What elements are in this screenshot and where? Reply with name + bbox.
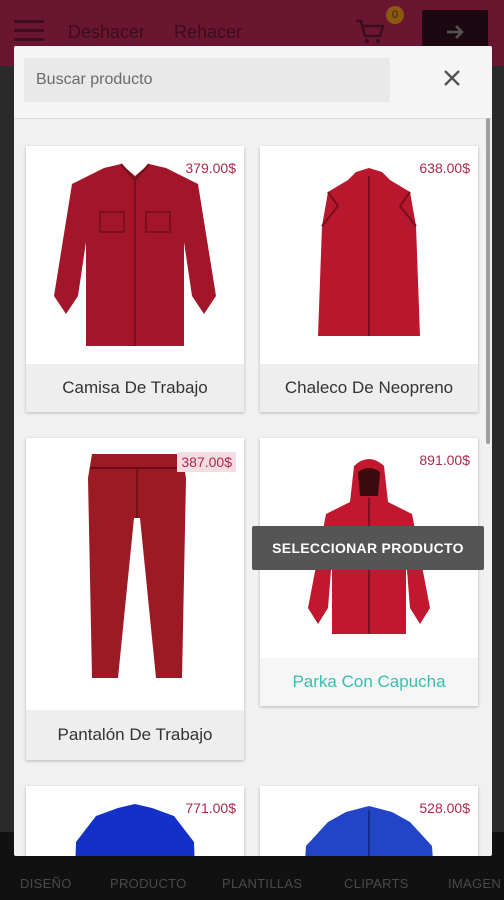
product-card[interactable]: 387.00$ Pantalón De Trabajo — [26, 438, 244, 760]
undo-button[interactable]: Deshacer — [68, 22, 145, 43]
divider — [14, 118, 492, 119]
product-name: Camisa De Trabajo — [26, 364, 244, 412]
redo-button[interactable]: Rehacer — [174, 22, 242, 43]
nav-diseno[interactable]: DISEÑO — [20, 876, 72, 891]
product-price: 638.00$ — [419, 160, 470, 176]
product-card[interactable]: 528.00$ — [260, 786, 478, 856]
product-image — [305, 806, 433, 856]
product-price: 771.00$ — [185, 800, 236, 816]
product-name: Pantalón De Trabajo — [26, 710, 244, 760]
product-image — [54, 163, 216, 346]
product-card[interactable]: 771.00$ — [26, 786, 244, 856]
cart-icon[interactable] — [354, 18, 386, 44]
menu-icon[interactable] — [14, 20, 44, 42]
scrollbar[interactable] — [486, 118, 490, 444]
nav-producto[interactable]: PRODUCTO — [110, 876, 187, 891]
close-icon[interactable] — [438, 64, 466, 92]
product-image — [88, 454, 186, 678]
product-card[interactable]: 891.00$ Parka Con Capucha — [260, 438, 478, 706]
select-product-tooltip: SELECCIONAR PRODUCTO — [252, 526, 484, 570]
arrow-right-icon — [447, 25, 464, 39]
product-name: Chaleco De Neopreno — [260, 364, 478, 412]
product-price: 379.00$ — [185, 160, 236, 176]
product-name: Parka Con Capucha — [260, 658, 478, 706]
product-picker-dialog: 379.00$ Camisa De Trabajo 638.00$ Chalec… — [14, 46, 492, 856]
nav-imagen[interactable]: IMAGEN — [448, 876, 501, 891]
product-image — [318, 168, 420, 336]
nav-plantillas[interactable]: PLANTILLAS — [222, 876, 302, 891]
product-price: 891.00$ — [419, 452, 470, 468]
product-image — [75, 804, 195, 856]
cart-count-badge: 0 — [386, 6, 404, 24]
product-card[interactable]: 379.00$ Camisa De Trabajo — [26, 146, 244, 412]
nav-cliparts[interactable]: CLIPARTS — [344, 876, 409, 891]
product-price: 387.00$ — [177, 452, 236, 472]
product-card[interactable]: 638.00$ Chaleco De Neopreno — [260, 146, 478, 412]
search-input[interactable] — [24, 58, 390, 102]
search-bar — [14, 46, 492, 118]
product-price: 528.00$ — [419, 800, 470, 816]
